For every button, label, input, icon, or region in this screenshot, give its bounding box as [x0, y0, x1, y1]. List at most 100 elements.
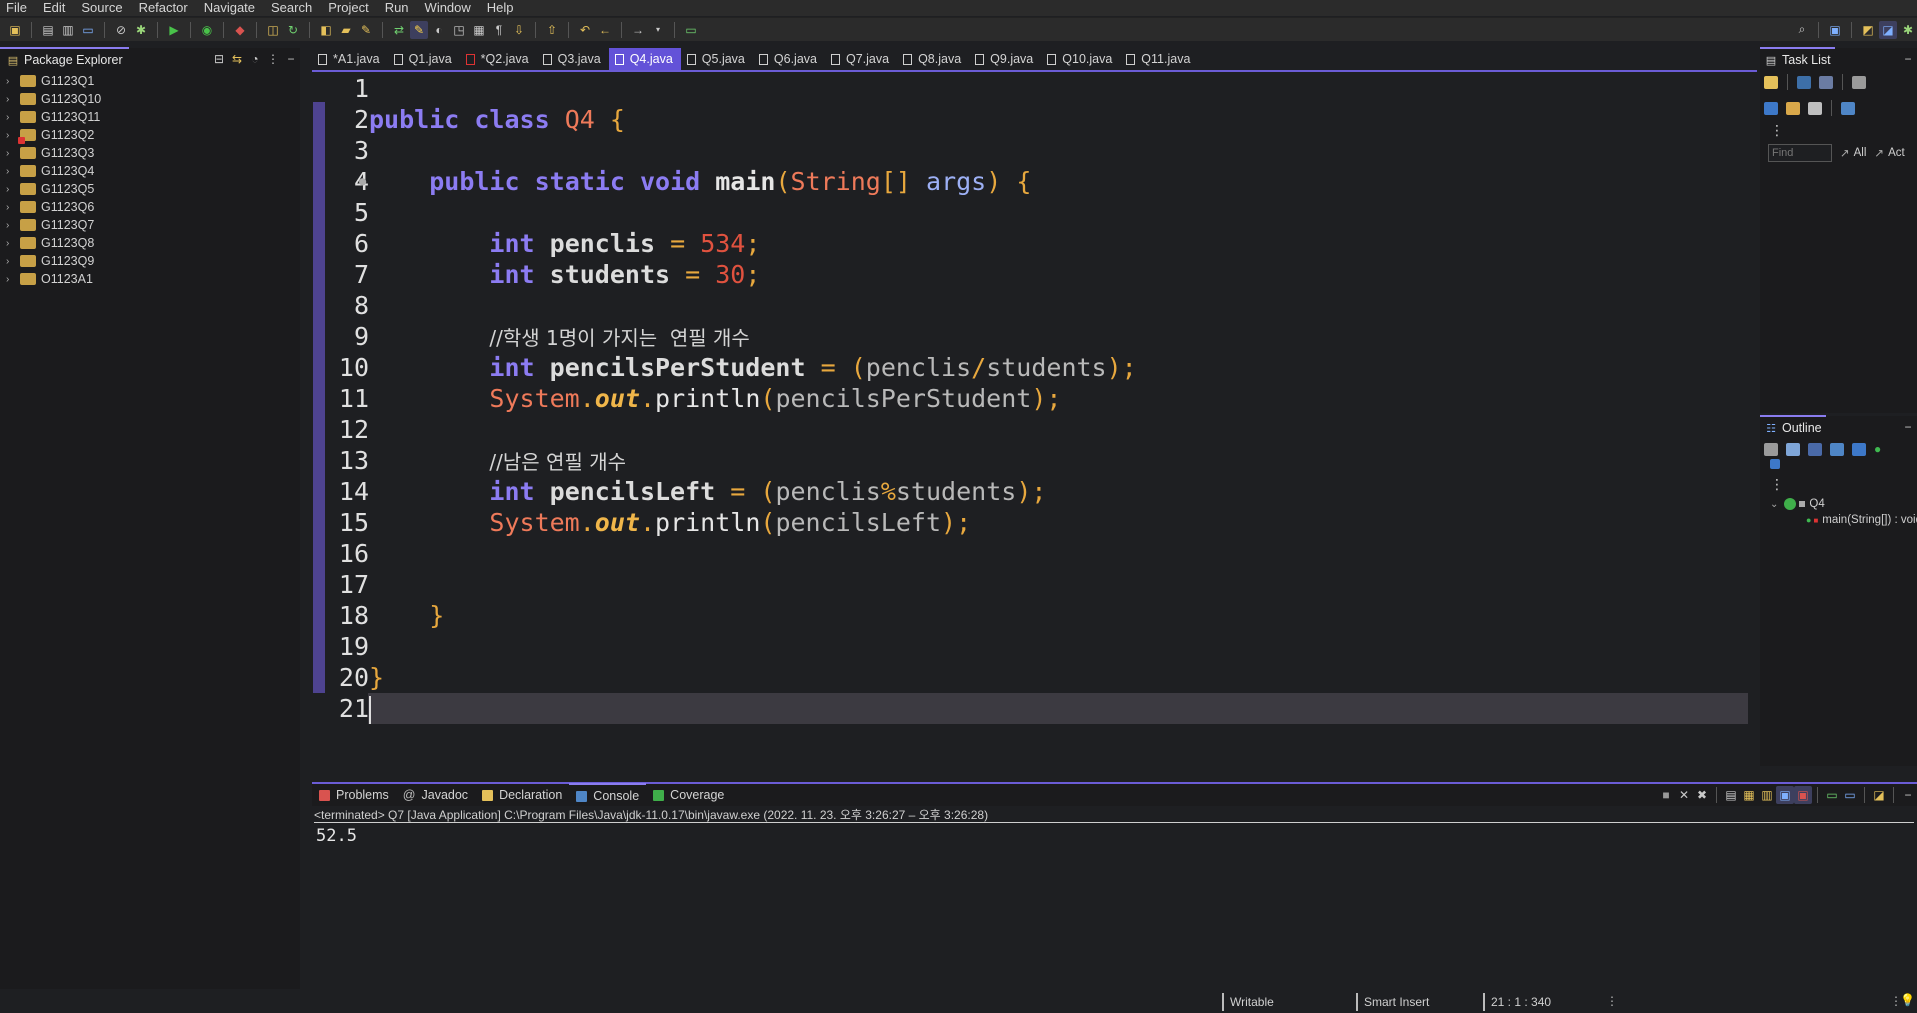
project-item[interactable]: › G1123Q2	[0, 126, 300, 144]
open-folder-icon[interactable]: ▰	[337, 21, 355, 39]
code-line-current[interactable]: 21	[312, 693, 1757, 724]
collapse-icon[interactable]	[1808, 101, 1822, 115]
show-whitespace-icon[interactable]: ▦	[470, 21, 488, 39]
project-item[interactable]: › G1123Q3	[0, 144, 300, 162]
minimize-icon[interactable]: −	[282, 50, 300, 68]
view-menu-icon[interactable]: ⋮	[1606, 994, 1618, 1008]
tab-problems[interactable]: Problems	[312, 784, 396, 806]
search-icon[interactable]: ⌕	[1793, 21, 1811, 39]
menu-project[interactable]: Project	[321, 0, 377, 16]
activate-link[interactable]: Act	[1888, 147, 1905, 159]
view-menu-icon[interactable]: ⋮	[1760, 122, 1917, 140]
expand-icon[interactable]: ›	[6, 130, 16, 141]
tab-coverage[interactable]: Coverage	[646, 784, 731, 806]
outline-tab[interactable]: ☷ Outline	[1760, 415, 1826, 439]
hide-nonpublic-icon[interactable]: ●	[1874, 442, 1881, 456]
menu-file[interactable]: File	[0, 0, 36, 16]
project-item[interactable]: › G1123Q8	[0, 234, 300, 252]
code-line[interactable]: 10 int pencilsPerStudent = (penclis/stud…	[312, 352, 1757, 383]
save-all-icon[interactable]: ▥	[59, 21, 77, 39]
new-icon[interactable]: ▣	[6, 21, 24, 39]
expand-icon[interactable]: ›	[6, 166, 16, 177]
editor-tab-active[interactable]: Q4.java	[608, 48, 681, 70]
task-find-input[interactable]	[1768, 144, 1832, 162]
view-menu-icon[interactable]: ⋮	[264, 50, 282, 68]
categorize-icon[interactable]	[1797, 75, 1811, 89]
last-edit-icon[interactable]: ↶	[576, 21, 594, 39]
menu-search[interactable]: Search	[264, 0, 321, 16]
expand-icon[interactable]: ›	[6, 220, 16, 231]
pilcrow-icon[interactable]: ¶	[490, 21, 508, 39]
editor-tab[interactable]: Q6.java	[753, 48, 825, 70]
hide-static-icon[interactable]	[1852, 442, 1866, 456]
expand-icon[interactable]: ›	[6, 202, 16, 213]
run-icon[interactable]: ▶	[165, 21, 183, 39]
code-line[interactable]: 19	[312, 631, 1757, 662]
debug-icon[interactable]: ✱	[132, 21, 150, 39]
pin-icon[interactable]: ⇧	[543, 21, 561, 39]
external-tools-icon[interactable]: ◆	[231, 21, 249, 39]
terminal-icon[interactable]: ▭	[79, 21, 97, 39]
code-line[interactable]: 3	[312, 135, 1757, 166]
outline-method-node[interactable]: ● ■ main(String[]) : void	[1760, 512, 1917, 528]
view-menu-icon[interactable]: ⋮	[1760, 476, 1917, 494]
coverage-icon[interactable]: ◉	[198, 21, 216, 39]
console-output[interactable]: 52.5	[316, 826, 357, 846]
highlight-icon[interactable]: ✎	[410, 20, 428, 39]
code-line[interactable]: 4 ● public static void main(String[] args…	[312, 166, 1757, 197]
expand-icon[interactable]: ›	[6, 256, 16, 267]
project-item[interactable]: › G1123Q1	[0, 72, 300, 90]
minimize-icon[interactable]: −	[1899, 50, 1917, 68]
code-line[interactable]: 13 //남은 연필 개수	[312, 445, 1757, 476]
project-item[interactable]: › G1123Q4	[0, 162, 300, 180]
collapse-icon[interactable]	[1786, 442, 1800, 456]
tab-declaration[interactable]: Declaration	[475, 784, 569, 806]
code-line[interactable]: 9 //학생 1명이 가지는 연필 개수	[312, 321, 1757, 352]
code-line[interactable]: 12	[312, 414, 1757, 445]
minimize-icon[interactable]: −	[1899, 418, 1917, 436]
scheduled-icon[interactable]	[1819, 75, 1833, 89]
open-perspective-icon[interactable]: ▣	[1826, 21, 1844, 39]
code-line[interactable]: 17	[312, 569, 1757, 600]
tab-javadoc[interactable]: @ Javadoc	[396, 784, 475, 806]
expand-icon[interactable]: ›	[6, 112, 16, 123]
pencil-icon[interactable]: ✎	[357, 21, 375, 39]
chevron-down-icon[interactable]: ⌄	[1770, 499, 1778, 510]
project-item[interactable]: › G1123Q11	[0, 108, 300, 126]
link-with-editor-icon[interactable]: ⇆	[228, 50, 246, 68]
code-line[interactable]: 7 int students = 30;	[312, 259, 1757, 290]
editor-tab[interactable]: *Q2.java	[460, 48, 537, 70]
filter-icon[interactable]	[1852, 75, 1866, 89]
sort-icon[interactable]	[1764, 442, 1778, 456]
code-line[interactable]: 1	[312, 73, 1757, 104]
forward-icon[interactable]: →	[629, 21, 647, 39]
expand-icon[interactable]: ›	[6, 184, 16, 195]
link-icon[interactable]: ⇄	[390, 21, 408, 39]
tab-console[interactable]: Console	[569, 783, 647, 807]
code-line[interactable]: 2 public class Q4 {	[312, 104, 1757, 135]
new-java-project-icon[interactable]: ◫	[264, 21, 282, 39]
project-item[interactable]: › G1123Q6	[0, 198, 300, 216]
code-line[interactable]: 15 System.out.println(pencilsLeft);	[312, 507, 1757, 538]
focus-icon[interactable]	[1764, 101, 1778, 115]
editor-tab[interactable]: Q3.java	[537, 48, 609, 70]
code-line[interactable]: 6 int penclis = 534;	[312, 228, 1757, 259]
display-console-icon[interactable]: ▭	[1841, 786, 1859, 804]
editor-tab[interactable]: Q11.java	[1120, 48, 1198, 70]
expand-icon[interactable]: ›	[6, 76, 16, 87]
forward-dropdown-icon[interactable]: ▾	[649, 21, 667, 39]
project-item[interactable]: › G1123Q7	[0, 216, 300, 234]
menu-source[interactable]: Source	[74, 0, 131, 16]
java-perspective-icon[interactable]: ◪	[1879, 20, 1897, 39]
menu-window[interactable]: Window	[418, 0, 480, 16]
filter-all-link[interactable]: All	[1854, 147, 1867, 159]
code-line[interactable]: 20}	[312, 662, 1757, 693]
block-selection-icon[interactable]: ◳	[450, 21, 468, 39]
sort-alpha-icon[interactable]	[1808, 442, 1822, 456]
task-list-tab[interactable]: ▤ Task List	[1760, 47, 1835, 71]
code-line[interactable]: 5	[312, 197, 1757, 228]
word-wrap-icon[interactable]: ▥	[1758, 786, 1776, 804]
editor-tab[interactable]: Q7.java	[825, 48, 897, 70]
pin-console-icon[interactable]: ▭	[1823, 786, 1841, 804]
project-item[interactable]: › G1123Q10	[0, 90, 300, 108]
